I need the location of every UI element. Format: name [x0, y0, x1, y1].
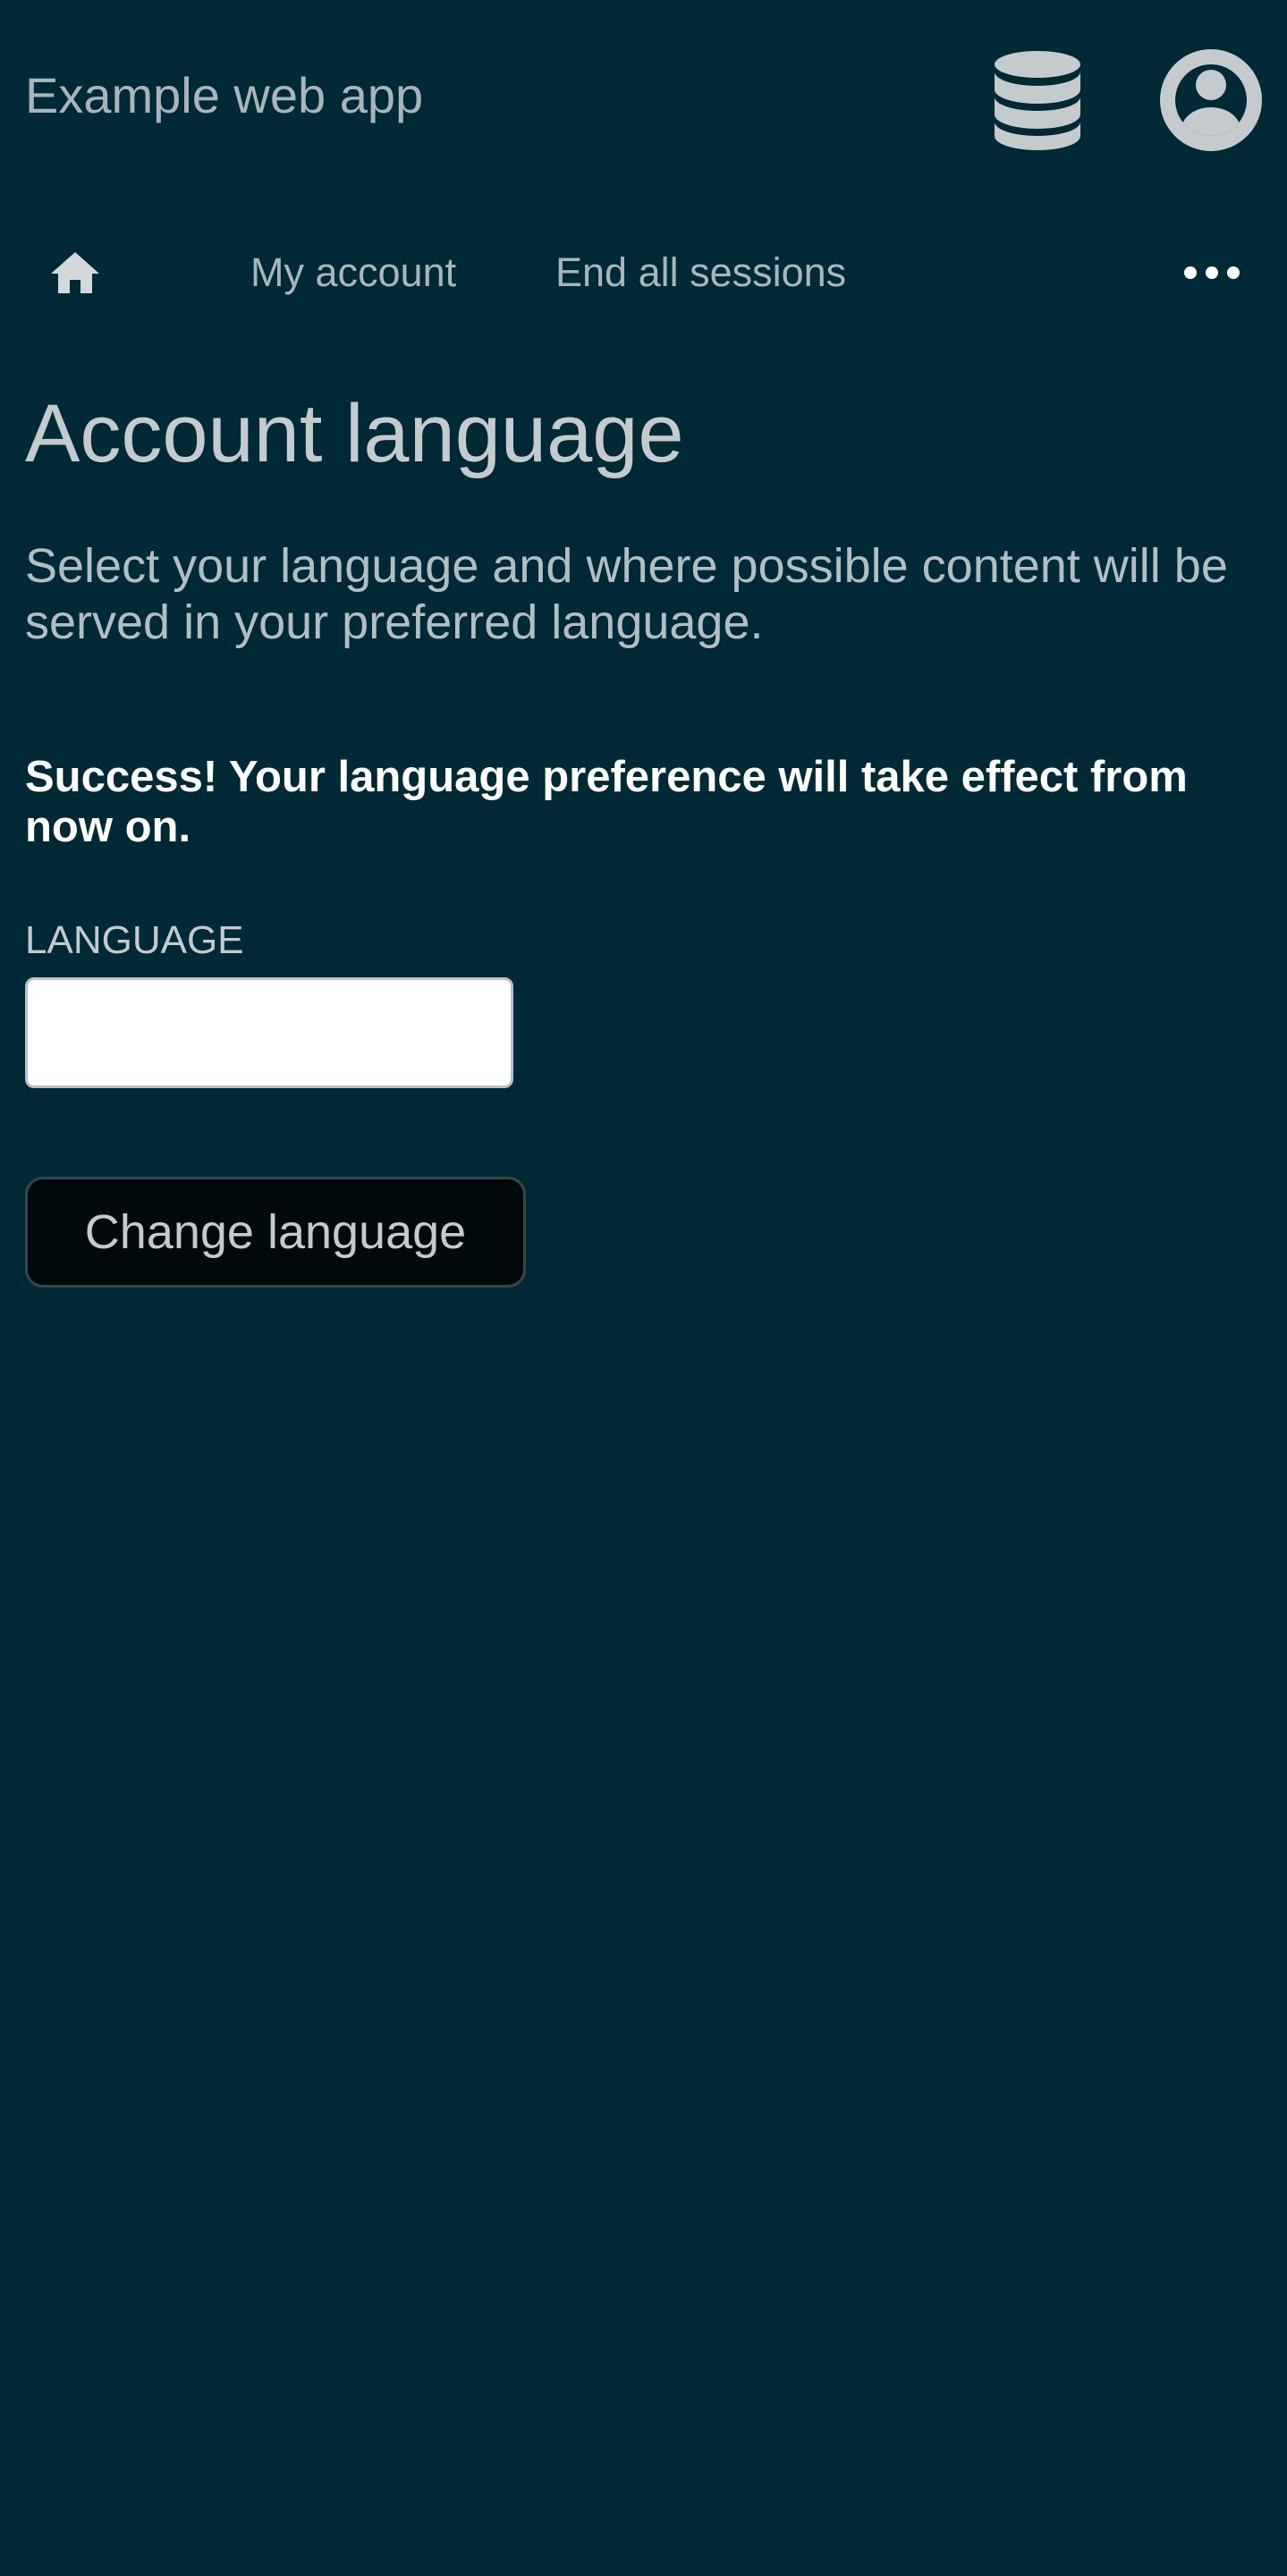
intro-text: Select your language and where possible …: [25, 539, 1228, 649]
user-menu-button[interactable]: [1156, 45, 1266, 156]
database-icon: [995, 51, 1080, 150]
main-nav: My account End all sessions: [0, 224, 1287, 322]
nav-end-all-sessions[interactable]: End all sessions: [555, 224, 846, 322]
user-circle-icon: [1160, 49, 1262, 151]
change-language-button[interactable]: Change language: [25, 1177, 526, 1288]
more-horizontal-icon: [1184, 266, 1240, 279]
language-input[interactable]: [25, 977, 513, 1088]
language-label: LANGUAGE: [25, 918, 244, 962]
home-icon: [51, 252, 99, 293]
app-header: Example web app: [0, 0, 1287, 197]
app-title[interactable]: Example web app: [25, 64, 423, 127]
nav-more-button[interactable]: [1172, 241, 1252, 304]
database-button[interactable]: [984, 45, 1091, 156]
nav-home-button[interactable]: [36, 241, 114, 304]
success-message: Success! Your language preference will t…: [25, 753, 1188, 851]
page-title: Account language: [25, 388, 684, 479]
nav-my-account[interactable]: My account: [250, 224, 456, 322]
